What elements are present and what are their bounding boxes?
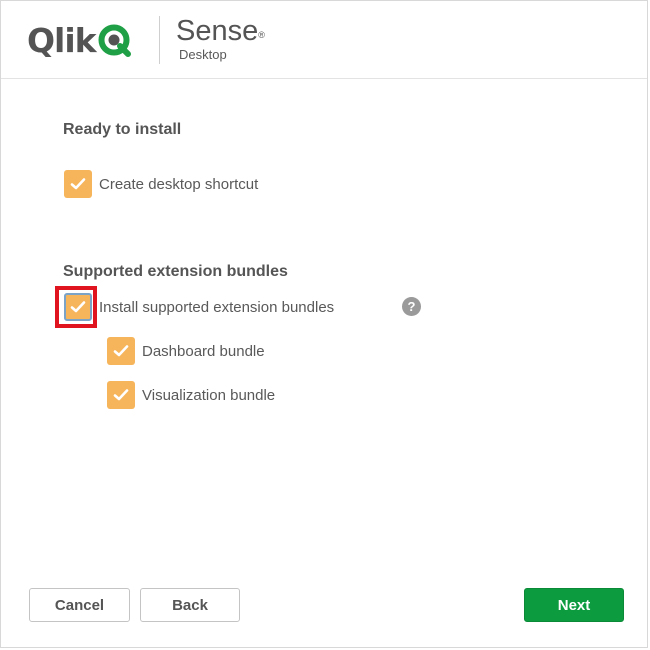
qlik-q-icon (98, 24, 131, 57)
checkmark-icon (113, 345, 129, 357)
visualization-bundle-option[interactable]: Visualization bundle (107, 381, 275, 409)
product-name: Sense® (176, 15, 265, 47)
checkmark-icon (70, 301, 86, 313)
checkmark-icon (113, 389, 129, 401)
back-button[interactable]: Back (140, 588, 240, 622)
installer-header: Qlik Sense® Desktop (1, 1, 647, 79)
create-shortcut-option[interactable]: Create desktop shortcut (64, 170, 258, 198)
install-bundles-option[interactable]: Install supported extension bundles (64, 293, 334, 321)
checkmark-icon (70, 178, 86, 190)
visualization-bundle-label: Visualization bundle (142, 386, 276, 404)
visualization-bundle-checkbox[interactable] (107, 381, 135, 409)
product-edition: Desktop (179, 47, 227, 62)
qlik-wordmark: Qlik (27, 21, 97, 60)
dashboard-bundle-label: Dashboard bundle (142, 342, 265, 360)
logo-divider (159, 16, 160, 64)
installer-window: Qlik Sense® Desktop Ready to install Cre… (0, 0, 648, 648)
help-icon[interactable]: ? (402, 297, 421, 316)
ready-to-install-heading: Ready to install (63, 121, 182, 138)
create-shortcut-checkbox[interactable] (64, 170, 92, 198)
extension-bundles-heading: Supported extension bundles (63, 263, 288, 280)
create-shortcut-label: Create desktop shortcut (99, 175, 259, 193)
dashboard-bundle-option[interactable]: Dashboard bundle (107, 337, 265, 365)
cancel-button[interactable]: Cancel (29, 588, 130, 622)
install-bundles-checkbox[interactable] (64, 293, 92, 321)
qlik-logo: Qlik (27, 21, 133, 61)
install-bundles-label: Install supported extension bundles (99, 298, 335, 316)
dashboard-bundle-checkbox[interactable] (107, 337, 135, 365)
next-button[interactable]: Next (524, 588, 624, 622)
